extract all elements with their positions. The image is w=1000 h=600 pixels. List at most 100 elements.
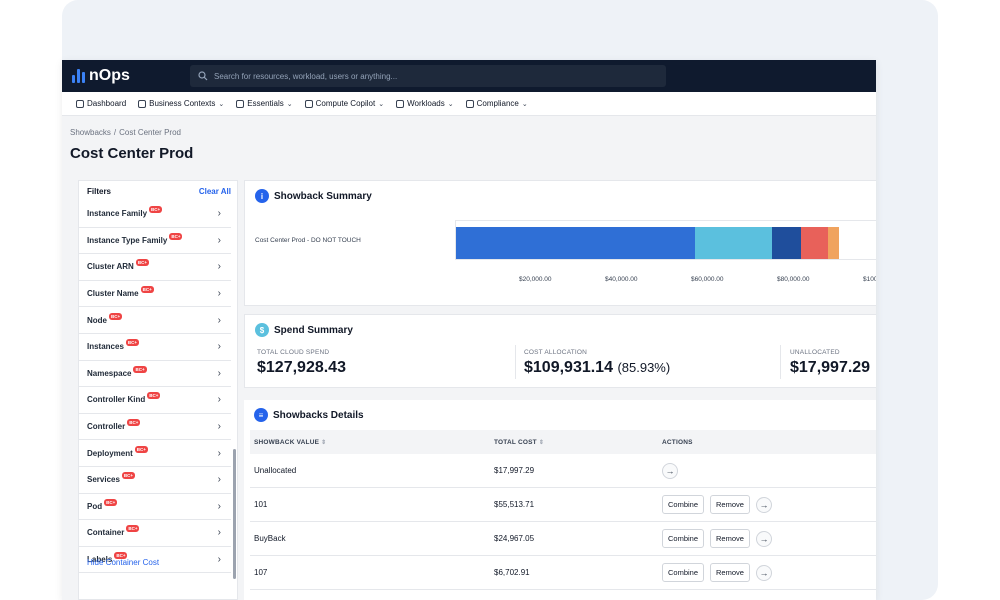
filter-label: Pod xyxy=(87,501,103,511)
filter-item[interactable]: Instance Type Family BC+ › xyxy=(79,228,231,255)
showbacks-details-card: ≡ Showbacks Details SHOWBACK VALUE ⇕ TOTA… xyxy=(244,400,876,600)
nav-icon xyxy=(76,99,84,108)
filter-item[interactable]: Node BC+ › xyxy=(79,307,231,334)
top-bar: nOps Search for resources, workload, use… xyxy=(62,60,876,92)
filters-header: Filters Clear All xyxy=(79,181,237,201)
chevron-down-icon: ⌄ xyxy=(378,100,385,108)
metric-value-wrap: $109,931.14 (85.93%) xyxy=(524,359,670,377)
filter-badge: BC+ xyxy=(104,498,118,506)
spend-summary-title: Spend Summary xyxy=(274,324,353,336)
bar-segment-0[interactable] xyxy=(456,227,695,259)
clear-all-button[interactable]: Clear All xyxy=(199,187,231,196)
combine-button[interactable]: Combine xyxy=(662,529,705,548)
nav-label: Compute Copilot xyxy=(315,99,376,108)
bar-segment-1[interactable] xyxy=(694,227,773,259)
remove-button[interactable]: Remove xyxy=(710,495,750,514)
cell-total-cost: $17,997.29 xyxy=(494,466,535,475)
x-tick-label: $40,000.00 xyxy=(605,276,638,283)
nav-item-2[interactable]: Essentials ⌄ xyxy=(236,99,293,108)
app-window: nOps Search for resources, workload, use… xyxy=(62,60,876,600)
filter-name-wrap: Instance Family BC+ xyxy=(87,206,163,218)
arrow-right-icon[interactable]: → xyxy=(755,564,772,581)
search-placeholder: Search for resources, workload, users or… xyxy=(214,71,398,81)
nav-icon xyxy=(396,99,405,108)
brand-name: nOps xyxy=(89,67,130,84)
nav-item-0[interactable]: Dashboard xyxy=(76,99,126,108)
chevron-right-icon: › xyxy=(217,500,221,512)
metric-caption: TOTAL CLOUD SPEND xyxy=(257,349,330,356)
chevron-right-icon: › xyxy=(217,261,221,273)
col-label: SHOWBACK VALUE xyxy=(254,438,320,446)
filter-badge: BC+ xyxy=(147,392,161,400)
table-row: 107 $6,702.91 Combine Remove → xyxy=(250,556,876,590)
metric-percent: (85.93%) xyxy=(617,360,671,375)
info-icon: i xyxy=(255,189,269,203)
nav-label: Workloads xyxy=(407,99,445,108)
sort-icon: ⇕ xyxy=(321,439,327,446)
filter-badge: BC+ xyxy=(126,525,140,533)
table-row: Unallocated $17,997.29 → xyxy=(250,454,876,488)
table-row: BuyBack $24,967.05 Combine Remove → xyxy=(250,522,876,556)
arrow-right-icon[interactable]: → xyxy=(755,496,772,513)
metric-value: $17,997.29 xyxy=(790,359,871,376)
filter-scrollbar[interactable] xyxy=(233,449,236,579)
filter-item[interactable]: Deployment BC+ › xyxy=(79,440,231,467)
logo-bars-icon xyxy=(72,69,85,83)
arrow-right-icon[interactable]: → xyxy=(755,530,772,547)
global-search[interactable]: Search for resources, workload, users or… xyxy=(190,65,666,87)
filter-list: Instance Family BC+ › Instance Type Family B… xyxy=(79,201,237,574)
bar-segment-3[interactable] xyxy=(800,227,828,259)
metric-total-cloud-spend: TOTAL CLOUD SPEND $127,928.43 xyxy=(257,349,346,377)
chevron-down-icon: ⌄ xyxy=(286,100,293,108)
col-showback-value[interactable]: SHOWBACK VALUE ⇕ xyxy=(250,439,494,446)
combine-button[interactable]: Combine xyxy=(662,495,705,514)
showbacks-details-title: Showbacks Details xyxy=(273,409,364,421)
chevron-right-icon: › xyxy=(217,474,221,486)
x-tick-label: $20,000.00 xyxy=(519,276,552,283)
filter-label: Namespace xyxy=(87,368,132,378)
breadcrumb-parent[interactable]: Showbacks xyxy=(70,128,111,137)
remove-button[interactable]: Remove xyxy=(710,563,750,582)
filter-item[interactable]: Controller BC+ › xyxy=(79,414,231,441)
filter-item[interactable]: Instances BC+ › xyxy=(79,334,231,361)
remove-button[interactable]: Remove xyxy=(710,529,750,548)
nav-item-1[interactable]: Business Contexts ⌄ xyxy=(138,99,224,108)
filter-item[interactable]: Cluster Name BC+ › xyxy=(79,281,231,308)
metric-divider xyxy=(780,345,781,379)
nav-icon xyxy=(465,99,474,108)
filter-badge: BC+ xyxy=(109,312,123,320)
col-total-cost[interactable]: TOTAL COST ⇕ xyxy=(494,439,662,446)
chevron-right-icon: › xyxy=(217,367,221,379)
showback-summary-header: i Showback Summary xyxy=(255,189,372,203)
chevron-right-icon: › xyxy=(217,314,221,326)
filter-name-wrap: Cluster Name BC+ xyxy=(87,286,154,298)
filter-label: Services xyxy=(87,475,120,485)
cell-actions: Combine Remove → xyxy=(662,495,772,514)
brand-logo[interactable]: nOps xyxy=(72,67,190,85)
filter-label: Controller xyxy=(87,422,126,432)
filter-item[interactable]: Pod BC+ › xyxy=(79,494,231,521)
bar-segment-2[interactable] xyxy=(772,227,801,259)
nav-item-5[interactable]: Compliance ⌄ xyxy=(465,99,528,108)
filter-label: Container xyxy=(87,528,125,538)
nav-item-4[interactable]: Workloads ⌄ xyxy=(396,99,454,108)
nav-item-3[interactable]: Compute Copilot ⌄ xyxy=(304,99,385,108)
x-tick-label: $100,000 xyxy=(863,276,876,283)
hide-container-cost-link[interactable]: Hide Container Cost xyxy=(87,558,159,567)
filter-item[interactable]: Cluster ARN BC+ › xyxy=(79,254,231,281)
filter-item[interactable]: Container BC+ › xyxy=(79,520,231,547)
combine-button[interactable]: Combine xyxy=(662,563,705,582)
table-header: SHOWBACK VALUE ⇕ TOTAL COST ⇕ ACTIONS xyxy=(250,430,876,454)
search-icon xyxy=(198,71,208,81)
bar-segment-4[interactable] xyxy=(828,227,839,259)
filter-badge: BC+ xyxy=(149,206,163,214)
page-content: Showbacks / Cost Center Prod Cost Center P… xyxy=(62,116,876,600)
filter-item[interactable]: Services BC+ › xyxy=(79,467,231,494)
filter-item[interactable]: Namespace BC+ › xyxy=(79,361,231,388)
filters-panel: Filters Clear All Instance Family BC+ › Ins… xyxy=(78,180,238,600)
filter-item[interactable]: Controller Kind BC+ › xyxy=(79,387,231,414)
filter-item[interactable]: Instance Family BC+ › xyxy=(79,201,231,228)
page-title: Cost Center Prod xyxy=(70,145,194,162)
filter-name-wrap: Namespace BC+ xyxy=(87,365,147,378)
arrow-right-icon[interactable]: → xyxy=(662,462,678,479)
